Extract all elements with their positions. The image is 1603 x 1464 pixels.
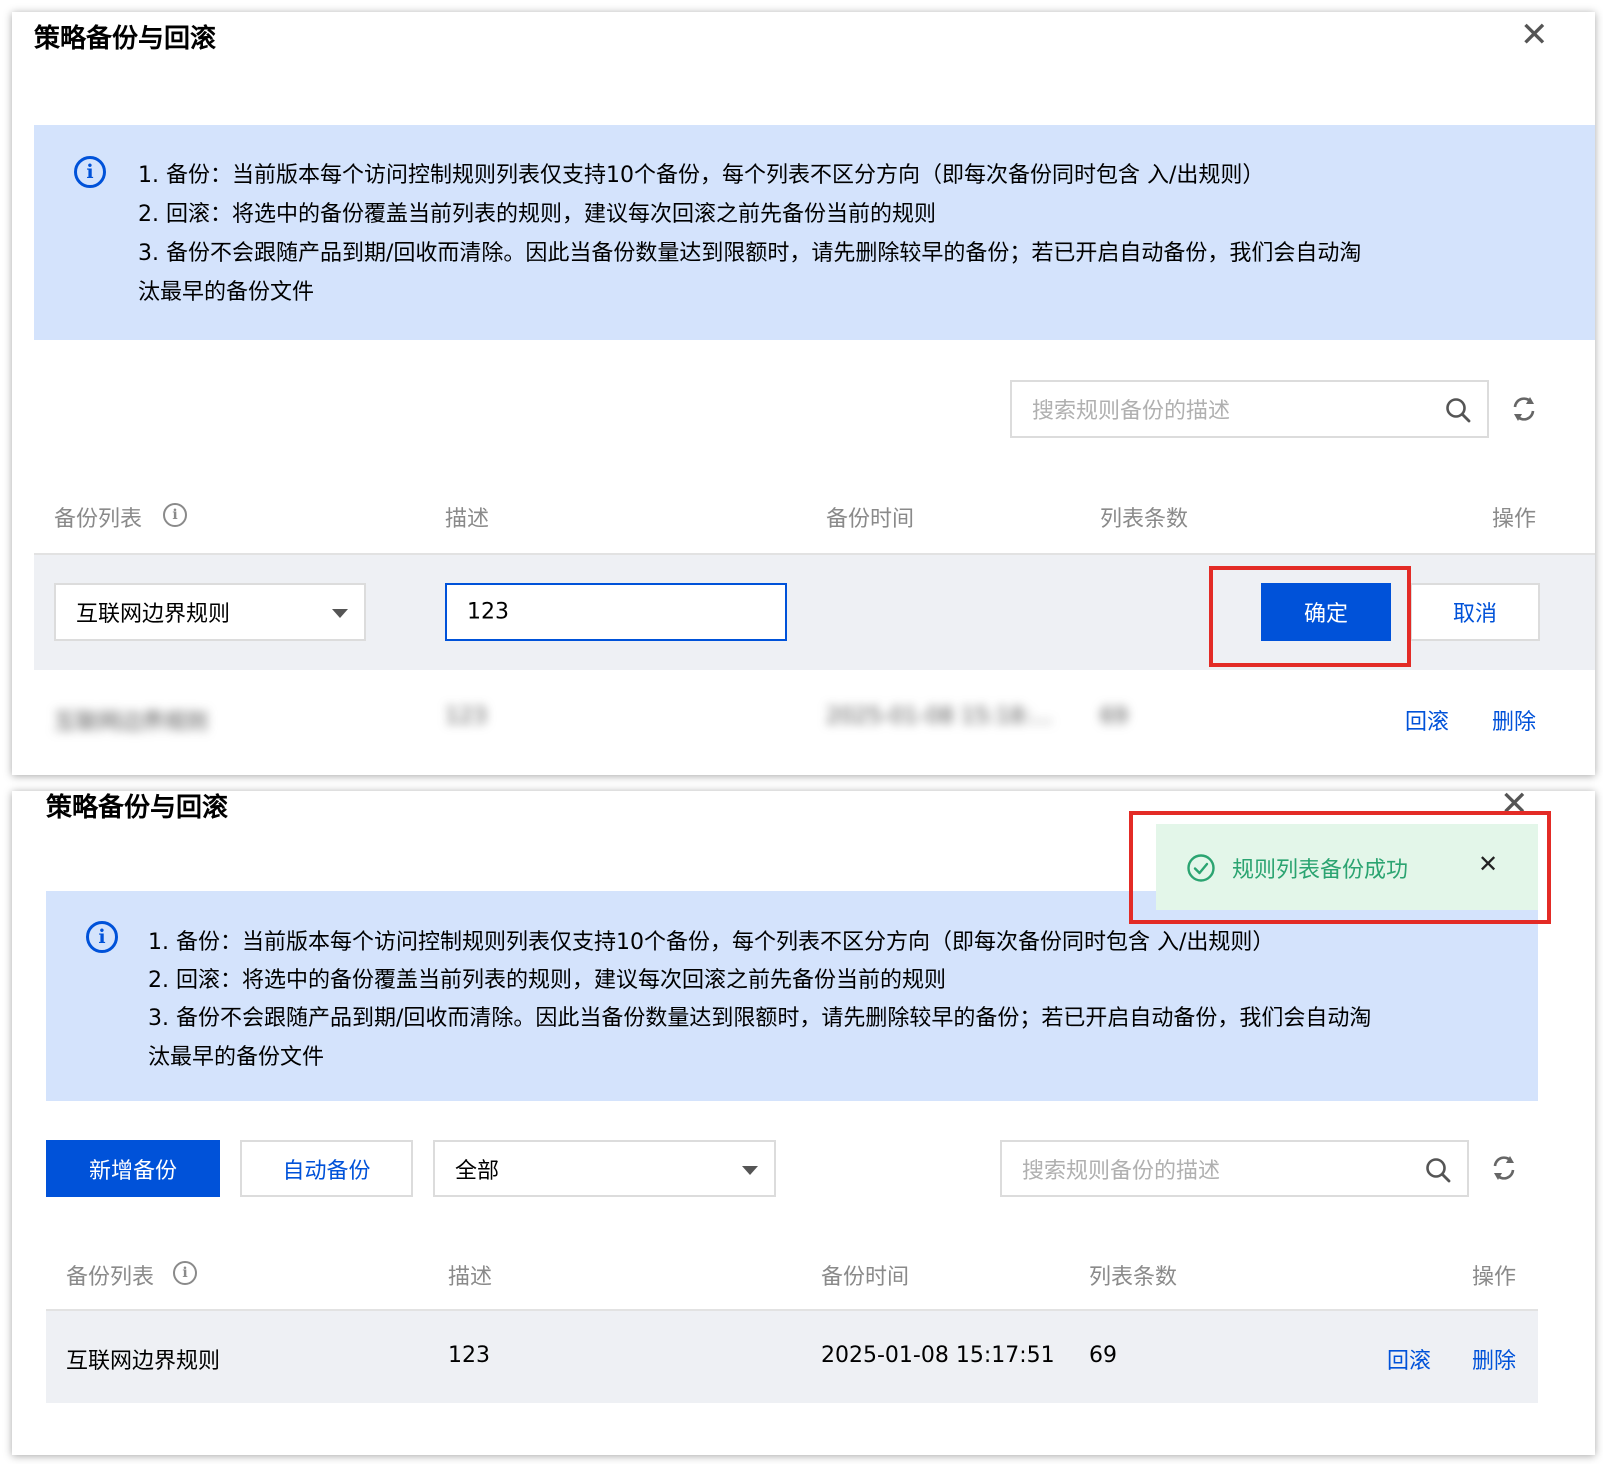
close-icon[interactable]: ✕ [1520,18,1549,52]
backup-dialog-editing: 策略备份与回滚 ✕ i 1. 备份：当前版本每个访问控制规则列表仅支持10个备份… [12,12,1595,775]
info-icon: i [86,921,118,953]
delete-link[interactable]: 删除 [1492,704,1536,736]
column-header-count: 列表条数 [1089,1265,1178,1290]
refresh-icon[interactable] [1509,394,1539,424]
filter-select[interactable]: 全部 [433,1140,776,1197]
column-header-list: 备份列表 [66,1265,155,1290]
list-select[interactable]: 互联网边界规则 [54,583,366,641]
column-header-list: 备份列表 [54,507,143,532]
notice-line-4: 汰最早的备份文件 [138,280,315,305]
row-description: 123 [448,1343,490,1368]
row-time: 2025-01-08 15:17:51 [821,1343,1055,1368]
blurred-list-name: 互联网边界规则 [54,710,209,735]
notice-line-1: 1. 备份：当前版本每个访问控制规则列表仅支持10个备份，每个列表不区分方向（即… [138,163,1265,188]
rollback-link[interactable]: 回滚 [1387,1343,1431,1375]
search-input[interactable]: 搜索规则备份的描述 [1000,1140,1469,1197]
column-header-description: 描述 [448,1265,493,1290]
backup-dialog-result: 策略备份与回滚 ✕ i 1. 备份：当前版本每个访问控制规则列表仅支持10个备份… [12,787,1595,1455]
chevron-down-icon [332,609,348,618]
refresh-icon[interactable] [1489,1153,1519,1183]
notice-line-4: 汰最早的备份文件 [148,1045,325,1070]
search-placeholder: 搜索规则备份的描述 [1022,1158,1221,1184]
delete-link[interactable]: 删除 [1472,1343,1516,1375]
filter-select-value: 全部 [455,1158,500,1184]
blurred-count: 69 [1100,704,1128,729]
column-header-time: 备份时间 [826,507,915,532]
row-count: 69 [1089,1343,1117,1368]
info-icon: i [74,156,106,188]
highlight-box [1209,566,1411,667]
notice-line-3: 3. 备份不会跟随产品到期/回收而清除。因此当备份数量达到限额时，请先删除较早的… [138,241,1362,266]
notice-line-2: 2. 回滚：将选中的备份覆盖当前列表的规则，建议每次回滚之前先备份当前的规则 [138,202,936,227]
blurred-description: 123 [445,704,487,729]
notice-line-2: 2. 回滚：将选中的备份覆盖当前列表的规则，建议每次回滚之前先备份当前的规则 [148,968,946,993]
list-select-value: 互联网边界规则 [76,602,231,627]
auto-backup-button[interactable]: 自动备份 [240,1140,413,1197]
column-info-icon[interactable]: i [163,503,187,527]
highlight-box [1129,811,1551,924]
column-header-actions: 操作 [1492,507,1537,532]
row-list-name: 互联网边界规则 [66,1349,221,1374]
column-header-actions: 操作 [1472,1265,1517,1290]
notice-banner: i 1. 备份：当前版本每个访问控制规则列表仅支持10个备份，每个列表不区分方向… [34,125,1595,340]
chevron-down-icon [742,1166,758,1175]
column-info-icon[interactable]: i [173,1261,197,1285]
add-backup-button[interactable]: 新增备份 [46,1140,220,1197]
table-row: 互联网边界规则 123 2025-01-08 15:17:51 69 回滚 删除 [46,1311,1538,1403]
description-input[interactable]: 123 [445,583,787,641]
dialog-title: 策略备份与回滚 [34,24,217,54]
description-input-value: 123 [467,599,509,625]
dialog-title: 策略备份与回滚 [46,793,229,823]
column-header-description: 描述 [445,507,490,532]
column-header-count: 列表条数 [1100,507,1189,532]
column-header-time: 备份时间 [821,1265,910,1290]
blurred-time: 2025-01-08 15:18:... [826,704,1053,729]
search-input[interactable]: 搜索规则备份的描述 [1010,380,1489,438]
search-placeholder: 搜索规则备份的描述 [1032,399,1231,424]
notice-line-1: 1. 备份：当前版本每个访问控制规则列表仅支持10个备份，每个列表不区分方向（即… [148,930,1275,955]
cancel-button[interactable]: 取消 [1410,583,1540,641]
search-icon[interactable] [1425,1157,1451,1183]
notice-line-3: 3. 备份不会跟随产品到期/回收而清除。因此当备份数量达到限额时，请先删除较早的… [148,1006,1372,1031]
rollback-link[interactable]: 回滚 [1405,704,1449,736]
search-icon[interactable] [1445,397,1471,423]
